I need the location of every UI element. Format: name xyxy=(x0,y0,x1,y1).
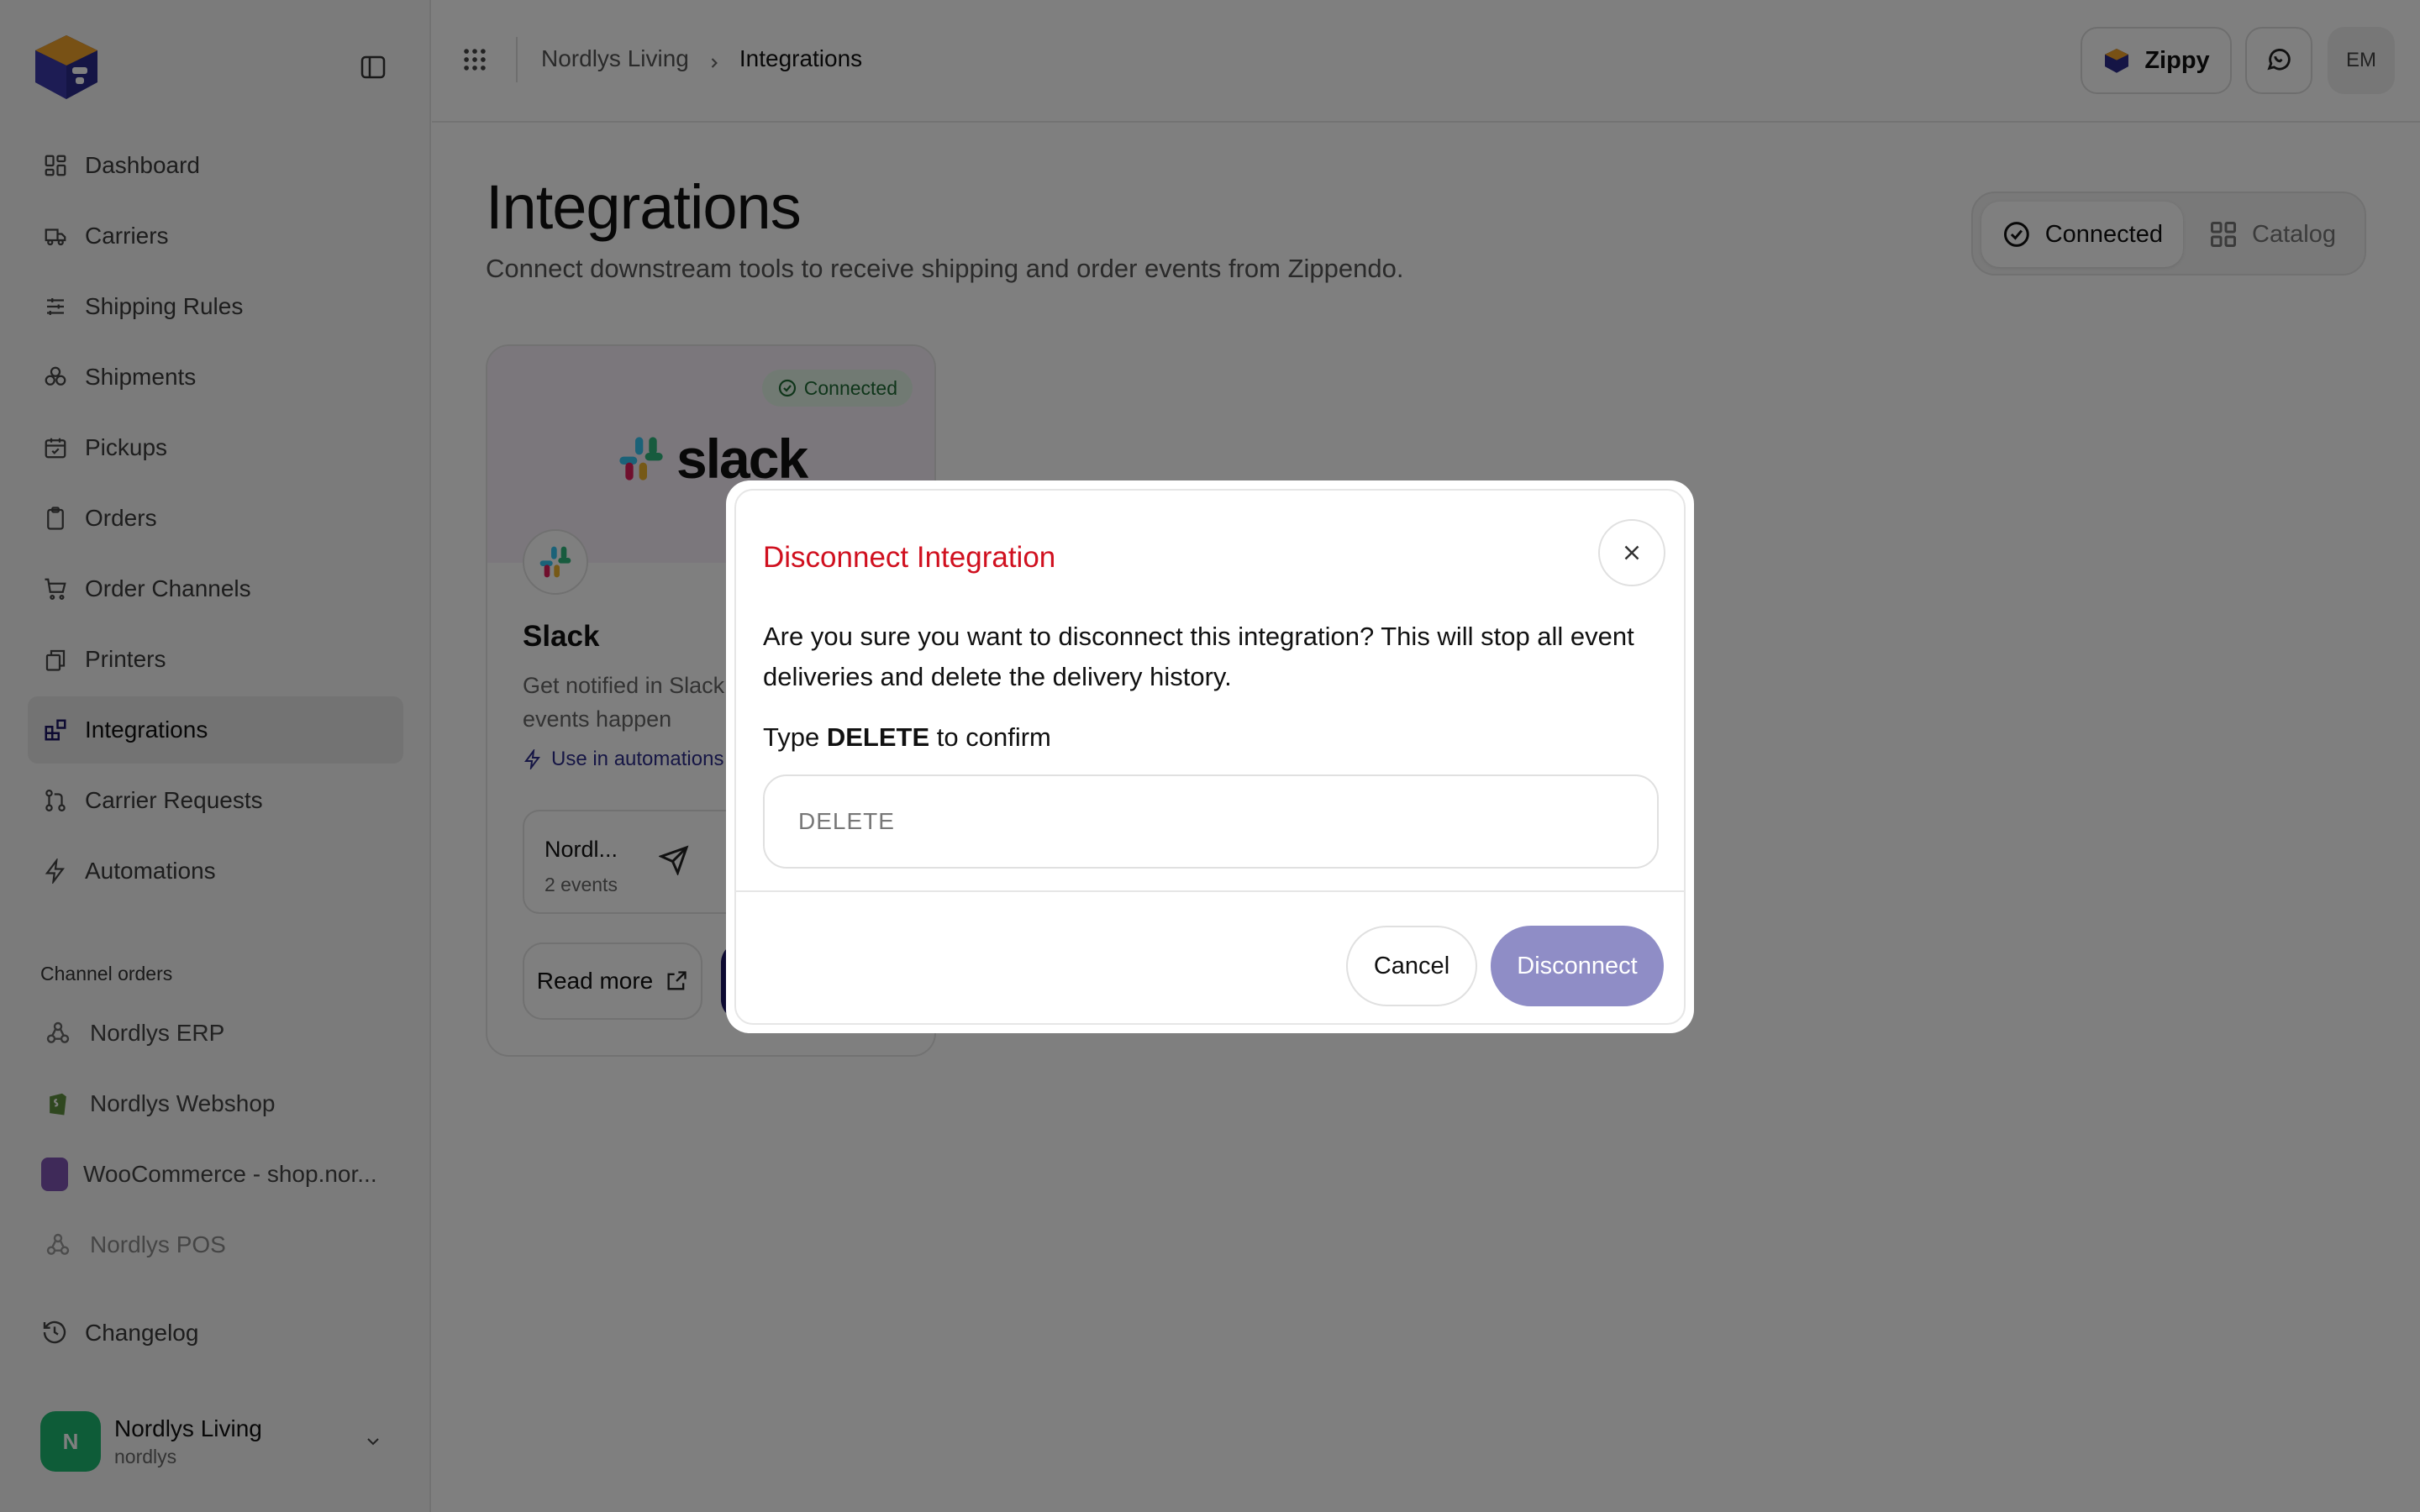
close-button[interactable] xyxy=(1598,519,1665,586)
disconnect-button[interactable]: Disconnect xyxy=(1491,926,1664,1006)
cancel-button[interactable]: Cancel xyxy=(1346,926,1477,1006)
divider xyxy=(736,890,1684,892)
confirm-input[interactable] xyxy=(763,774,1659,869)
dialog-panel: Disconnect Integration Are you sure you … xyxy=(734,489,1686,1025)
prompt-keyword: DELETE xyxy=(826,722,930,752)
dialog-message: Are you sure you want to disconnect this… xyxy=(763,622,1634,691)
confirm-prompt: Type DELETE to confirm xyxy=(763,722,1051,753)
prompt-suffix: to confirm xyxy=(936,722,1051,752)
disconnect-dialog: Disconnect Integration Are you sure you … xyxy=(726,480,1694,1033)
close-icon xyxy=(1624,545,1639,560)
dialog-title: Disconnect Integration xyxy=(763,541,1056,574)
prompt-prefix: Type xyxy=(763,722,820,752)
